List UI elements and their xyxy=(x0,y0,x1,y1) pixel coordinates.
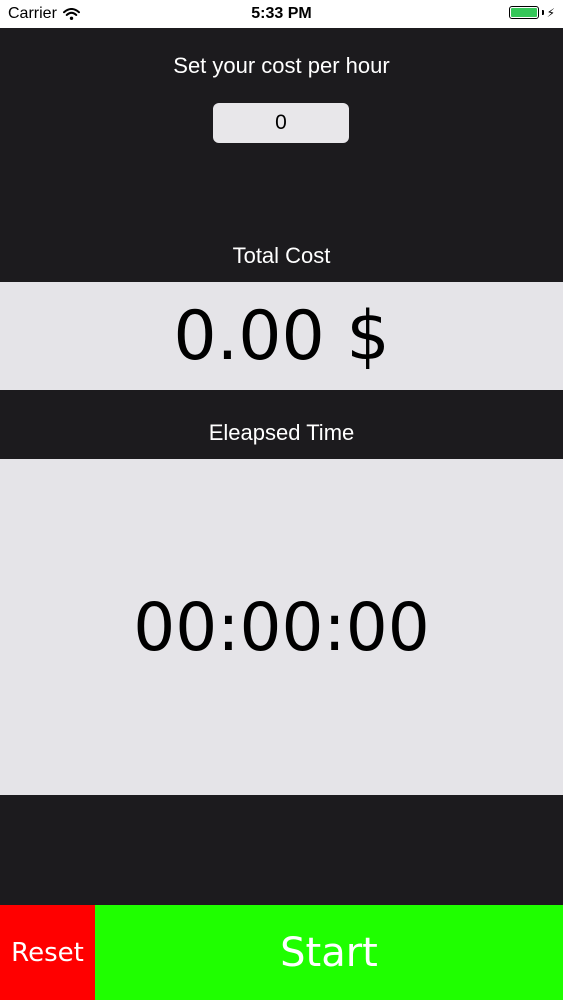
status-bar-right: ⚡︎ xyxy=(508,5,555,20)
cost-per-hour-label: Set your cost per hour xyxy=(173,53,390,78)
cost-per-hour-input[interactable] xyxy=(213,103,349,143)
bolt-icon: ⚡︎ xyxy=(546,5,555,20)
status-bar: Carrier 5:33 PM ⚡︎ xyxy=(0,0,563,28)
elapsed-time-value: 00:00:00 xyxy=(133,588,430,666)
battery-nub xyxy=(541,10,544,15)
total-cost-panel: 0.00 $ xyxy=(0,282,563,390)
total-cost-label: Total Cost xyxy=(232,243,331,268)
start-button[interactable]: Start xyxy=(95,905,563,1000)
elapsed-time-panel: 00:00:00 xyxy=(0,459,563,795)
elapsed-time-label: Eleapsed Time xyxy=(208,420,355,445)
reset-button[interactable]: Reset xyxy=(0,905,95,1000)
total-cost-value: 0.00 $ xyxy=(173,296,390,376)
battery-icon xyxy=(508,6,539,19)
clock: 5:33 PM xyxy=(251,5,312,22)
battery-level-fill xyxy=(510,8,537,17)
